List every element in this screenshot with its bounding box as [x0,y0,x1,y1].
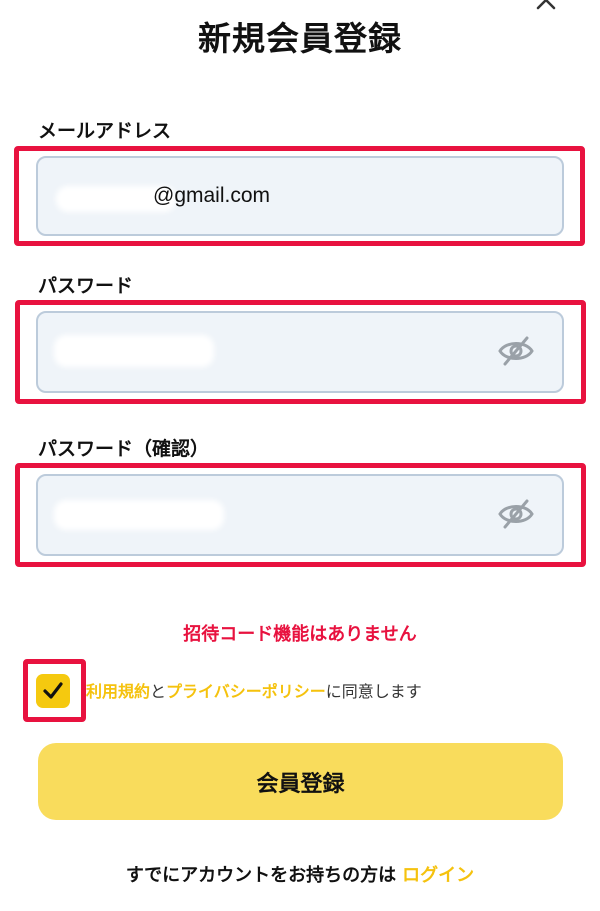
email-label: メールアドレス [38,120,172,142]
agreement-conjunction: と [150,682,167,701]
close-icon[interactable] [534,0,558,12]
email-field[interactable]: @gmail.com [36,156,564,236]
eye-off-icon[interactable] [496,498,536,530]
checkmark-icon [43,682,63,699]
invite-code-notice: 招待コード機能はありません [183,624,417,645]
password-field[interactable] [36,311,564,393]
email-value: @gmail.com [153,184,271,207]
terms-link[interactable]: 利用規約 [86,682,150,701]
register-button[interactable]: 会員登録 [38,743,563,820]
login-link[interactable]: ログイン [402,865,474,886]
signup-screen: 新規会員登録 メールアドレス @gmail.com パスワード パスワード（確認… [0,0,600,911]
page-title: 新規会員登録 [198,19,402,58]
login-prompt: すでにアカウントをお持ちの方は ログイン [0,863,600,889]
privacy-policy-link[interactable]: プライバシーポリシー [166,682,326,701]
eye-off-icon[interactable] [496,335,536,367]
agreement-checkbox[interactable] [36,674,70,708]
password-confirm-field[interactable] [36,474,564,556]
agreement-text: 利用規約とプライバシーポリシーに同意します [86,680,422,704]
redacted-password-confirm [54,500,224,530]
password-label: パスワード [38,275,134,297]
login-prompt-text: すでにアカウントをお持ちの方は [125,865,397,886]
redacted-password [54,335,214,367]
agreement-suffix: に同意します [325,682,422,701]
password-confirm-label: パスワード（確認） [38,438,210,460]
